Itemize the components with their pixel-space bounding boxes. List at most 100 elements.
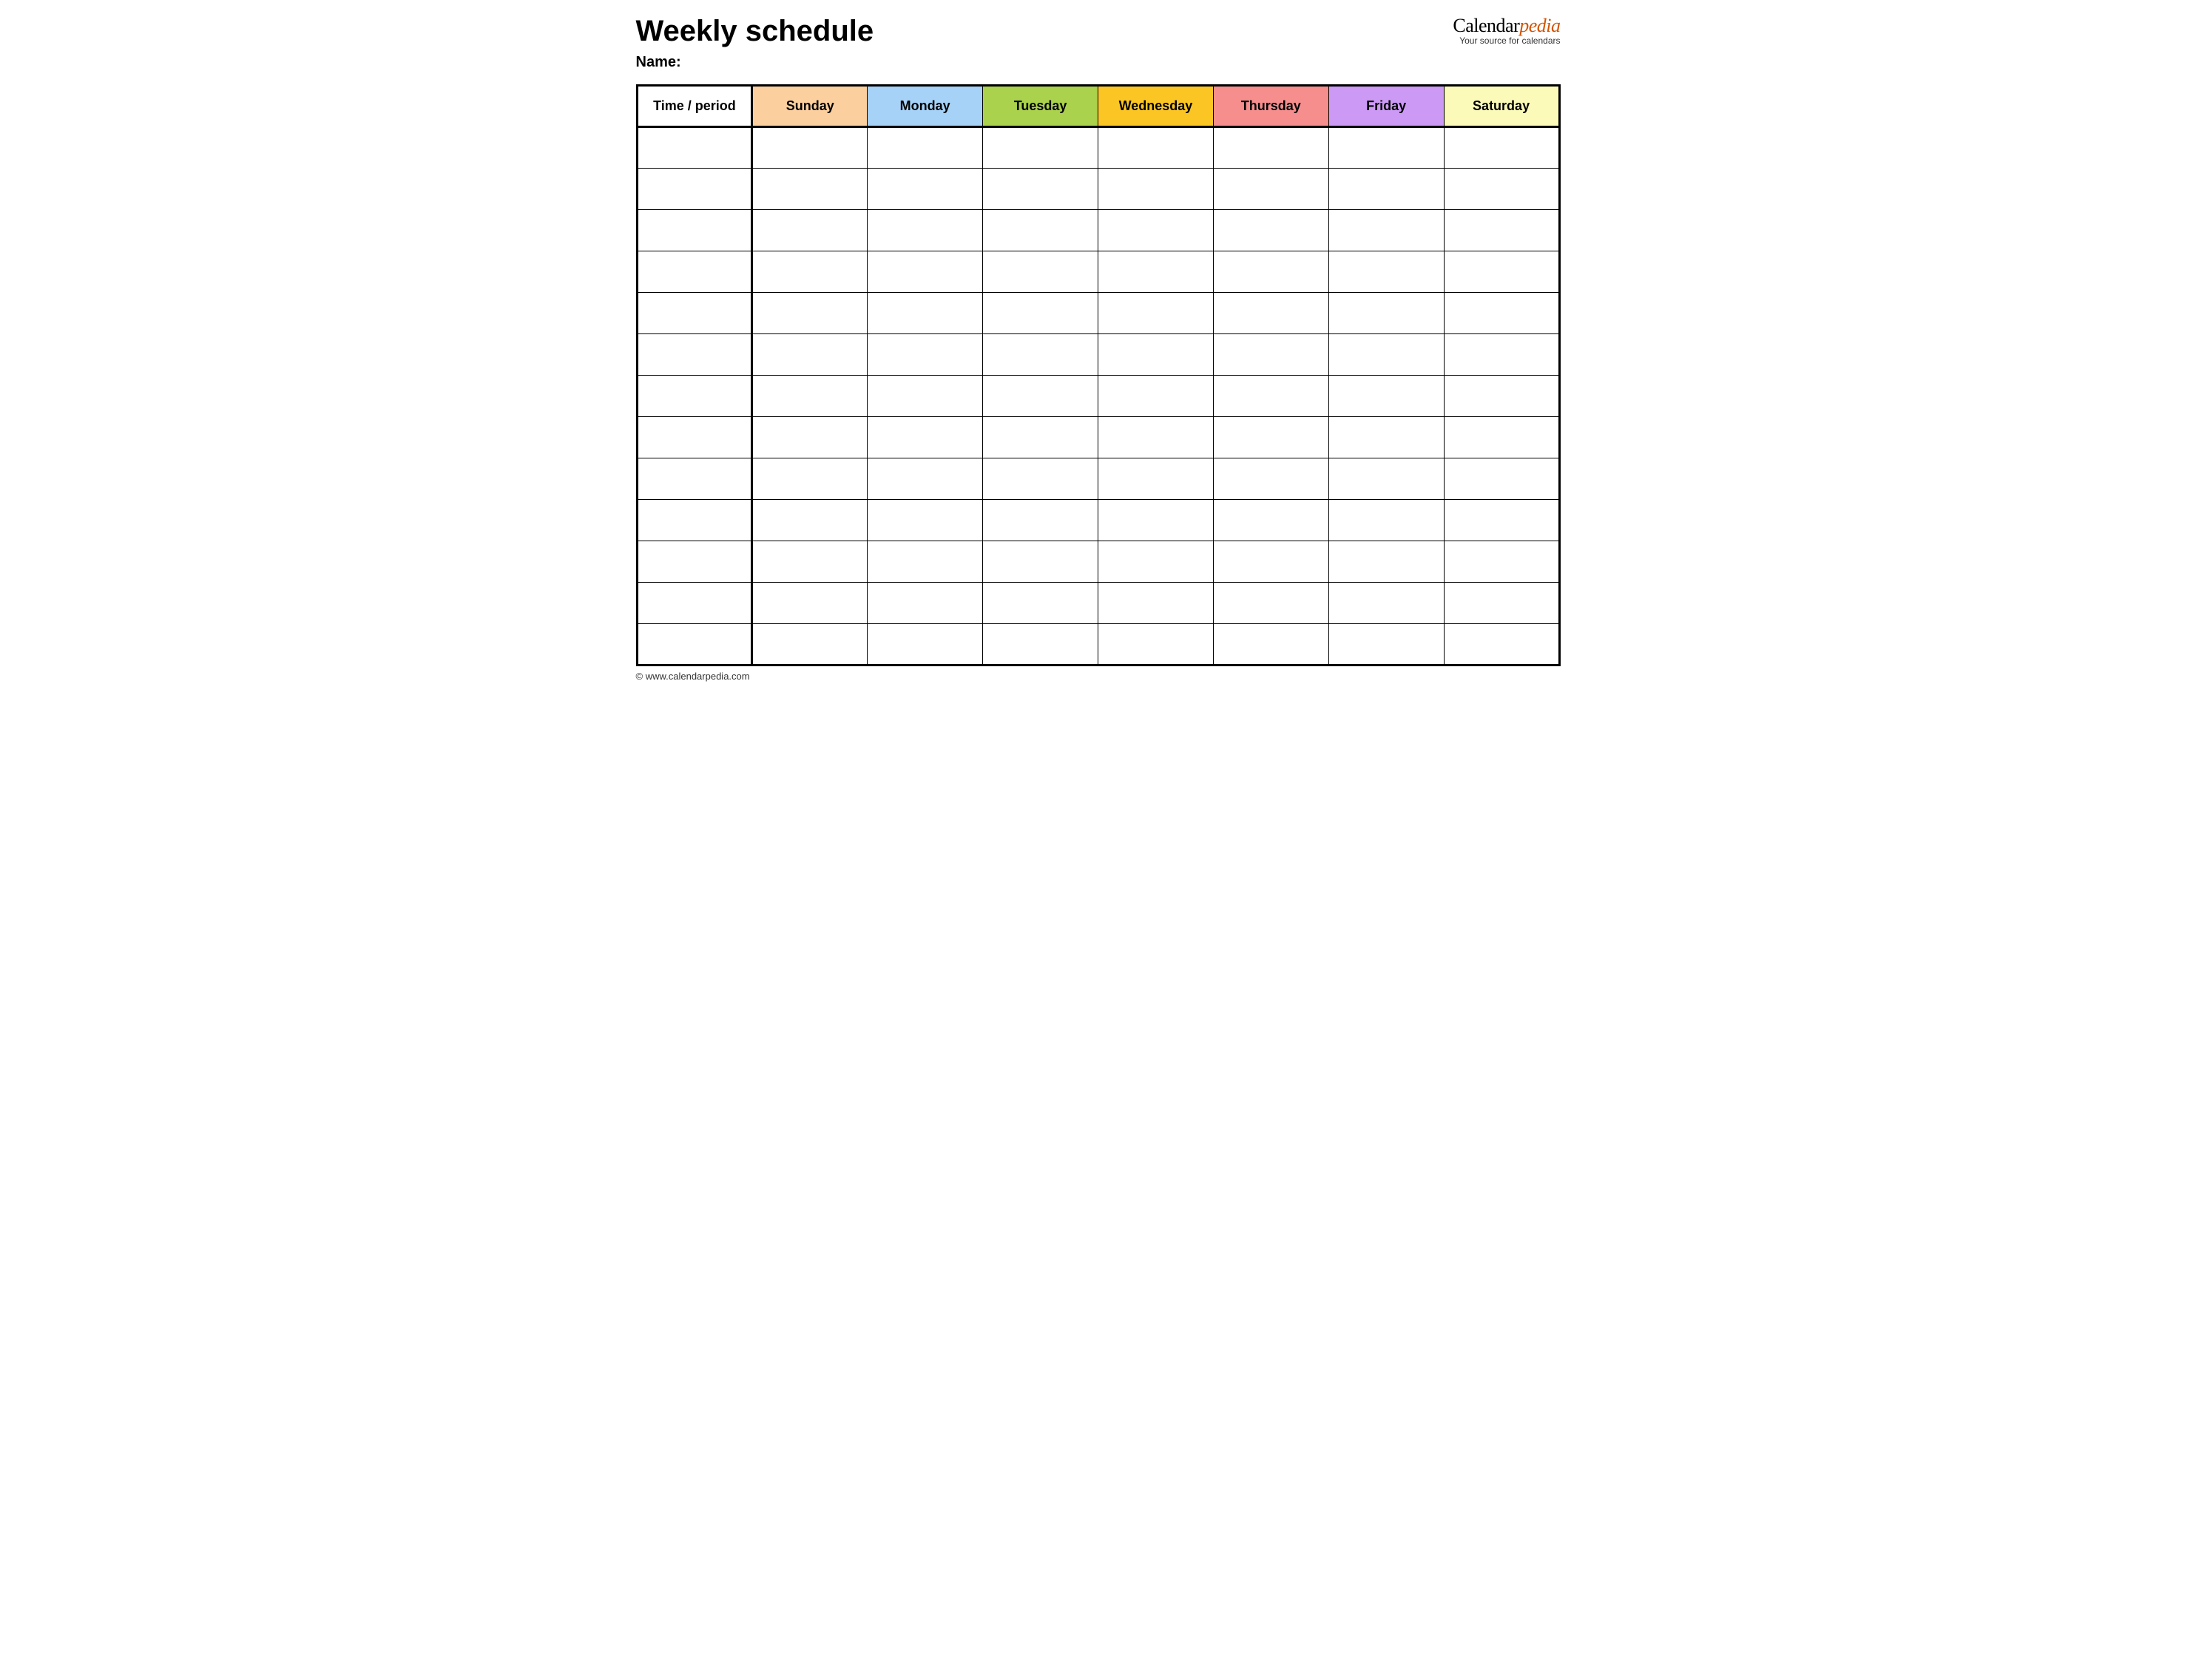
schedule-cell xyxy=(1213,293,1328,334)
schedule-cell xyxy=(1213,541,1328,583)
schedule-row xyxy=(637,624,1559,665)
schedule-table: Time / period SundayMondayTuesdayWednesd… xyxy=(636,84,1561,666)
schedule-cell xyxy=(868,583,983,624)
schedule-cell xyxy=(1213,127,1328,169)
schedule-cell xyxy=(1328,583,1444,624)
schedule-cell xyxy=(752,541,868,583)
schedule-cell xyxy=(1098,583,1214,624)
time-cell xyxy=(637,583,752,624)
schedule-cell xyxy=(1328,334,1444,376)
schedule-cell xyxy=(1444,376,1559,417)
schedule-cell xyxy=(1213,458,1328,500)
day-header-sunday: Sunday xyxy=(752,86,868,127)
header: Weekly schedule Calendarpedia Your sourc… xyxy=(636,15,1561,48)
schedule-row xyxy=(637,376,1559,417)
time-cell xyxy=(637,293,752,334)
schedule-cell xyxy=(752,169,868,210)
schedule-body xyxy=(637,127,1559,665)
schedule-cell xyxy=(868,624,983,665)
brand-prefix: Calendar xyxy=(1453,15,1519,36)
schedule-cell xyxy=(983,500,1098,541)
schedule-row xyxy=(637,293,1559,334)
schedule-cell xyxy=(1328,169,1444,210)
brand-name: Calendarpedia xyxy=(1453,15,1560,37)
schedule-cell xyxy=(1328,500,1444,541)
schedule-cell xyxy=(983,417,1098,458)
time-cell xyxy=(637,169,752,210)
schedule-cell xyxy=(1444,293,1559,334)
schedule-cell xyxy=(1098,210,1214,251)
schedule-cell xyxy=(1328,541,1444,583)
schedule-cell xyxy=(983,169,1098,210)
day-header-wednesday: Wednesday xyxy=(1098,86,1214,127)
schedule-row xyxy=(637,458,1559,500)
schedule-cell xyxy=(1098,127,1214,169)
schedule-cell xyxy=(1098,624,1214,665)
schedule-cell xyxy=(868,334,983,376)
time-cell xyxy=(637,127,752,169)
schedule-cell xyxy=(1098,376,1214,417)
brand-tagline: Your source for calendars xyxy=(1453,35,1560,46)
schedule-cell xyxy=(868,169,983,210)
schedule-cell xyxy=(1328,376,1444,417)
time-period-header: Time / period xyxy=(637,86,752,127)
schedule-cell xyxy=(1444,541,1559,583)
day-header-tuesday: Tuesday xyxy=(983,86,1098,127)
schedule-cell xyxy=(1098,417,1214,458)
name-label: Name: xyxy=(636,54,1561,71)
schedule-cell xyxy=(1213,251,1328,293)
schedule-cell xyxy=(1328,251,1444,293)
schedule-cell xyxy=(752,293,868,334)
schedule-cell xyxy=(1213,210,1328,251)
schedule-cell xyxy=(752,583,868,624)
schedule-cell xyxy=(1444,251,1559,293)
schedule-cell xyxy=(868,127,983,169)
day-header-friday: Friday xyxy=(1328,86,1444,127)
schedule-row xyxy=(637,541,1559,583)
schedule-cell xyxy=(1328,293,1444,334)
schedule-cell xyxy=(1213,500,1328,541)
schedule-cell xyxy=(868,541,983,583)
schedule-cell xyxy=(983,541,1098,583)
schedule-cell xyxy=(868,376,983,417)
day-header-saturday: Saturday xyxy=(1444,86,1559,127)
time-cell xyxy=(637,541,752,583)
schedule-cell xyxy=(1328,458,1444,500)
schedule-cell xyxy=(1444,334,1559,376)
schedule-cell xyxy=(1098,541,1214,583)
schedule-cell xyxy=(752,624,868,665)
schedule-cell xyxy=(752,127,868,169)
time-cell xyxy=(637,334,752,376)
schedule-cell xyxy=(1444,583,1559,624)
time-cell xyxy=(637,458,752,500)
schedule-cell xyxy=(1444,127,1559,169)
schedule-cell xyxy=(1098,169,1214,210)
schedule-cell xyxy=(1098,293,1214,334)
schedule-cell xyxy=(1098,334,1214,376)
schedule-cell xyxy=(983,127,1098,169)
schedule-cell xyxy=(1328,210,1444,251)
footer-copyright: © www.calendarpedia.com xyxy=(636,671,1561,682)
brand-suffix: pedia xyxy=(1519,15,1560,36)
schedule-cell xyxy=(868,293,983,334)
schedule-cell xyxy=(752,417,868,458)
day-header-monday: Monday xyxy=(868,86,983,127)
schedule-cell xyxy=(1444,500,1559,541)
page-title: Weekly schedule xyxy=(636,15,874,48)
schedule-cell xyxy=(1444,624,1559,665)
schedule-cell xyxy=(983,583,1098,624)
schedule-cell xyxy=(1098,251,1214,293)
schedule-cell xyxy=(752,251,868,293)
schedule-row xyxy=(637,210,1559,251)
schedule-cell xyxy=(1213,169,1328,210)
schedule-cell xyxy=(752,500,868,541)
schedule-cell xyxy=(983,624,1098,665)
schedule-cell xyxy=(1444,210,1559,251)
schedule-row xyxy=(637,251,1559,293)
schedule-cell xyxy=(1213,583,1328,624)
schedule-cell xyxy=(1213,417,1328,458)
day-header-thursday: Thursday xyxy=(1213,86,1328,127)
schedule-cell xyxy=(983,458,1098,500)
schedule-cell xyxy=(752,210,868,251)
schedule-cell xyxy=(868,251,983,293)
